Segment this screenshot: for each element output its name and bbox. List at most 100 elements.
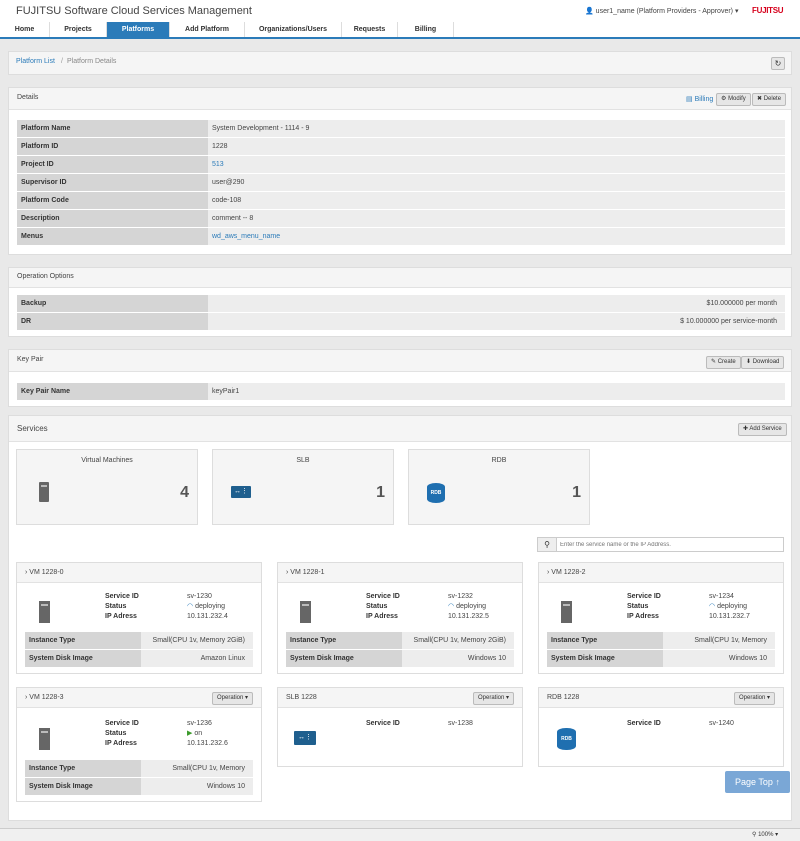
rdb-card: RDB 1228 Operation ▾ RDB Service ID sv-1…	[538, 687, 784, 767]
tab-home[interactable]: Home	[0, 22, 50, 37]
tab-platforms[interactable]: Platforms	[107, 22, 170, 37]
service-id-value: sv-1230	[187, 593, 212, 600]
refresh-button[interactable]: ↻	[771, 57, 785, 70]
status-value: on	[194, 730, 203, 737]
disk-image-label: System Disk Image	[286, 650, 402, 667]
service-id-value: sv-1234	[709, 593, 734, 600]
slb-service-id-value: sv-1238	[448, 720, 473, 727]
key-pair-panel: Key Pair ✎ Create ⬇ Download Key Pair Na…	[8, 349, 792, 407]
search-icon[interactable]: ⚲	[538, 538, 557, 551]
breadcrumb-platform-list[interactable]: Platform List	[16, 58, 55, 65]
user-menu-label: user1_name (Platform Providers - Approve…	[595, 8, 739, 15]
operation-dropdown[interactable]: Operation ▾	[212, 692, 254, 705]
instance-type-label: Instance Type	[25, 632, 141, 649]
instance-type-value: Small(CPU 1v, Memory 3.75GiB)	[663, 632, 775, 661]
vm-card-title[interactable]: › VM 1228-0	[25, 569, 64, 576]
detail-label: Platform Code	[17, 192, 208, 209]
menus-link[interactable]: wd_aws_menu_name	[208, 228, 785, 245]
disk-image-label: System Disk Image	[25, 778, 141, 795]
tab-organizations-users[interactable]: Organizations/Users	[245, 22, 342, 37]
detail-row: Platform Name System Development - 1114 -…	[17, 120, 785, 138]
page-top-button[interactable]: Page Top ↑	[725, 771, 790, 793]
slb-card-title[interactable]: SLB 1228	[286, 694, 317, 701]
vm-values: sv-1234 ◠ deploying 10.131.232.7	[709, 592, 750, 622]
vm-overview-card[interactable]: Virtual Machines 4	[16, 449, 198, 525]
option-value: $10.000000 per month	[208, 295, 785, 312]
modify-button[interactable]: ⚙ Modify	[716, 93, 751, 106]
detail-row: Supervisor ID user@290	[17, 174, 785, 192]
vm-count: 4	[180, 484, 189, 501]
detail-value: System Development - 1114 - 9	[208, 120, 785, 137]
ip-value: 10.131.232.4	[187, 613, 228, 620]
search-input[interactable]	[560, 539, 780, 550]
download-icon: ⬇	[746, 359, 752, 365]
key-pair-title: Key Pair	[17, 356, 44, 363]
create-key-button[interactable]: ✎ Create	[706, 356, 741, 369]
arrow-up-icon: ↑	[775, 777, 780, 787]
ip-label: IP Adress	[366, 613, 398, 620]
delete-label: Delete	[763, 96, 782, 102]
add-service-button[interactable]: ✚ Add Service	[738, 423, 787, 436]
service-id-label: Service ID	[627, 720, 661, 727]
page-top-label: Page Top	[735, 777, 773, 787]
plus-icon: ✚	[743, 426, 749, 432]
operation-dropdown[interactable]: Operation ▾	[473, 692, 515, 705]
refresh-icon: ↻	[774, 59, 782, 68]
tab-billing[interactable]: Billing	[398, 22, 454, 37]
vm-card: › VM 1228-0 Service ID Status IP Adress sv…	[16, 562, 262, 674]
key-pair-label: Key Pair Name	[17, 383, 208, 400]
zoom-control[interactable]: ⚲ 100% ▾	[752, 831, 778, 838]
status-value: deploying	[195, 603, 226, 610]
operation-dropdown[interactable]: Operation ▾	[734, 692, 776, 705]
rdb-overview-card[interactable]: RDB RDB 1	[408, 449, 590, 525]
status-value: deploying	[456, 603, 487, 610]
option-value: $ 10.000000 per service-month	[208, 313, 785, 330]
key-pair-row: Key Pair Name keyPair1	[17, 383, 785, 401]
server-icon	[561, 601, 572, 623]
tab-requests[interactable]: Requests	[342, 22, 398, 37]
vm-values: sv-1236 ▶ on 10.131.232.6	[187, 719, 228, 749]
spinner-icon: ◠	[187, 603, 194, 610]
tab-add-platform[interactable]: Add Platform	[170, 22, 245, 37]
status-value: deploying	[717, 603, 748, 610]
vm-keys: Service ID Status IP Adress	[366, 592, 400, 622]
vm-card-title[interactable]: › VM 1228-3	[25, 694, 64, 701]
user-icon: 👤	[585, 8, 594, 15]
detail-label: Supervisor ID	[17, 174, 208, 191]
ip-label: IP Adress	[627, 613, 659, 620]
disk-image-value: Amazon Linux	[141, 650, 253, 667]
detail-value: code-108	[208, 192, 785, 209]
billing-link[interactable]: ▤ Billing	[686, 95, 713, 103]
vm-values: sv-1232 ◠ deploying 10.131.232.5	[448, 592, 489, 622]
load-balancer-icon: ↔⋮	[294, 731, 316, 745]
chevron-right-icon: ›	[286, 569, 289, 576]
operation-options-panel: Operation Options Backup $10.000000 per m…	[8, 267, 792, 337]
delete-button[interactable]: ✖ Delete	[752, 93, 787, 106]
download-label: Download	[752, 359, 780, 365]
chevron-right-icon: ›	[25, 569, 28, 576]
server-icon	[300, 601, 311, 623]
slb-overview-card[interactable]: SLB ↔⋮ 1	[212, 449, 394, 525]
detail-value: comment -- 8	[208, 210, 785, 227]
tab-projects[interactable]: Projects	[50, 22, 107, 37]
user-menu[interactable]: 👤 user1_name (Platform Providers - Appro…	[585, 7, 738, 15]
rdb-card-title[interactable]: RDB 1228	[547, 694, 579, 701]
detail-label: Platform Name	[17, 120, 208, 137]
download-key-button[interactable]: ⬇ Download	[741, 356, 785, 369]
status-label: Status	[627, 603, 649, 610]
project-id-link[interactable]: 513	[208, 156, 785, 173]
instance-type-value: Small(CPU 1v, Memory 2GiB)	[141, 632, 253, 649]
detail-row: Menus wd_aws_menu_name	[17, 228, 785, 246]
vm-card-title[interactable]: › VM 1228-1	[286, 569, 325, 576]
service-id-value: sv-1236	[187, 720, 212, 727]
option-row: Backup $10.000000 per month	[17, 295, 785, 313]
vm-card-title[interactable]: › VM 1228-2	[547, 569, 586, 576]
close-icon: ✖	[757, 96, 763, 102]
rdb-service-id-value: sv-1240	[709, 720, 734, 727]
status-label: Status	[105, 730, 127, 737]
breadcrumb-separator: /	[61, 58, 63, 65]
server-icon	[39, 728, 50, 750]
status-label: Status	[105, 603, 127, 610]
details-panel: Details ▤ Billing ⚙ Modify ✖ Delete Plat…	[8, 87, 792, 255]
load-balancer-icon: ↔⋮	[231, 486, 251, 498]
